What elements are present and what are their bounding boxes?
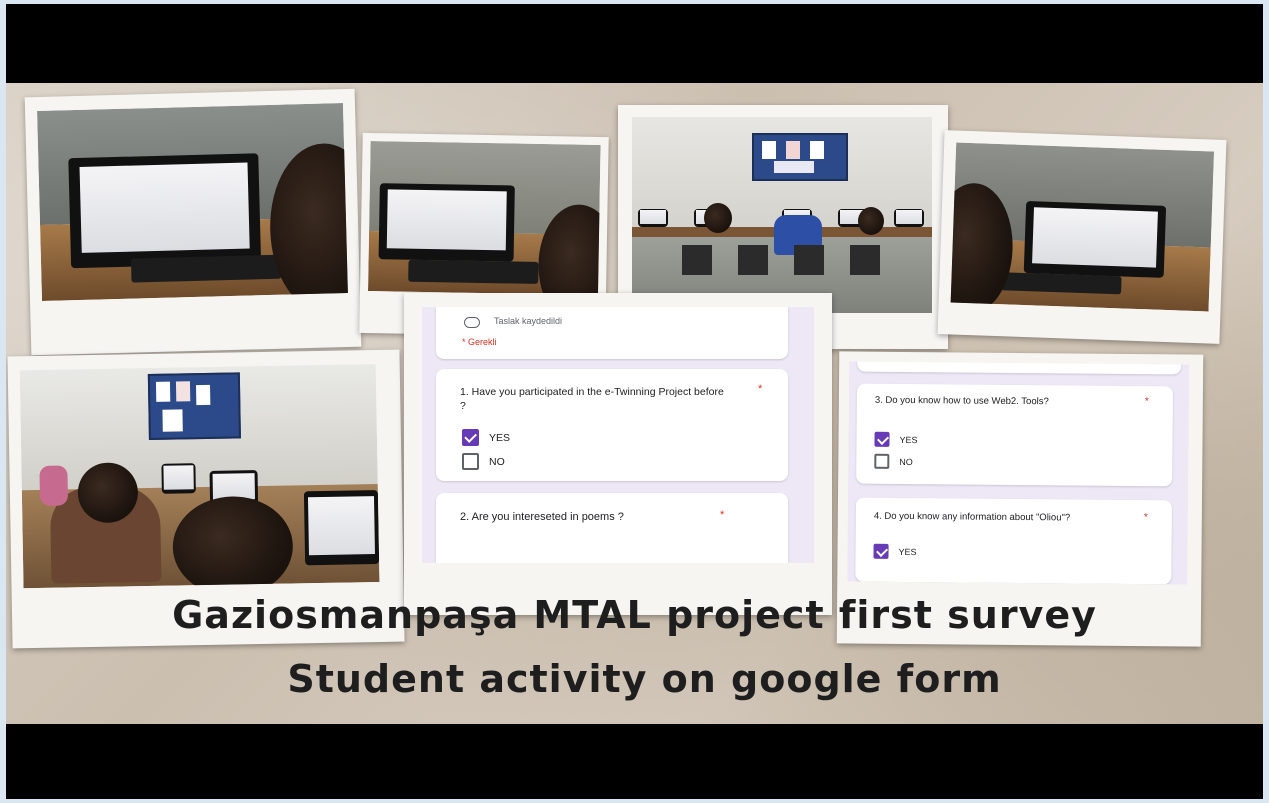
q1-option-no[interactable]: NO — [462, 453, 505, 470]
question-3-title: 3. Do you know how to use Web2. Tools? — [874, 394, 1049, 408]
computer-monitor — [68, 153, 262, 269]
letterbox-frame: Taslak kaydedildi * Gerekli 1. Have you … — [6, 4, 1263, 799]
q4-option-yes[interactable]: YES — [873, 543, 917, 559]
checkbox-empty-icon[interactable] — [874, 453, 890, 469]
student-head — [704, 203, 732, 233]
question-1-title: 1. Have you participated in the e-Twinni… — [460, 386, 724, 412]
google-form-screenshot-right: 3. Do you know how to use Web2. Tools? *… — [847, 361, 1190, 585]
caption-title: Gaziosmanpaşa MTAL project first survey — [172, 593, 1097, 637]
computer-monitor — [161, 463, 196, 494]
question-4-title: 4. Do you know any information about "Ol… — [873, 510, 1071, 524]
computer-monitor — [1023, 201, 1167, 278]
student-head — [858, 207, 884, 235]
q1-option-no-label: NO — [489, 455, 505, 468]
computer-monitor — [378, 183, 515, 262]
q1-option-yes[interactable]: YES — [462, 429, 510, 446]
computer-monitor — [894, 209, 924, 227]
question-card-1: 1. Have you participated in the e-Twinni… — [436, 369, 788, 481]
q1-option-yes-label: YES — [489, 431, 511, 444]
question-card-4: 4. Do you know any information about "Ol… — [855, 497, 1172, 585]
polaroid-photo-monitor-closeup — [24, 88, 362, 356]
polaroid-photo-monitor-right — [937, 130, 1227, 344]
question-2-required-star: * — [720, 509, 725, 521]
question-card-3: 3. Do you know how to use Web2. Tools? *… — [856, 383, 1173, 487]
keyboard — [130, 254, 282, 283]
q3-option-yes-label: YES — [899, 434, 918, 445]
draft-saved-status: Taslak kaydedildi — [494, 316, 563, 326]
question-card-2: 2. Are you intereseted in poems ? * — [436, 493, 788, 563]
question-1-required-star: * — [758, 383, 763, 395]
checkbox-checked-icon[interactable] — [462, 429, 479, 446]
polaroid-form-screenshot-left: Taslak kaydedildi * Gerekli 1. Have you … — [404, 293, 832, 615]
collage-background: Taslak kaydedildi * Gerekli 1. Have you … — [6, 83, 1263, 724]
form-header-card: Taslak kaydedildi * Gerekli — [436, 307, 788, 359]
checkbox-checked-icon[interactable] — [873, 543, 889, 559]
question-2-title: 2. Are you intereseted in poems ? — [460, 511, 624, 523]
photo-monitor-right — [950, 142, 1215, 312]
photo-monitor-closeup — [37, 103, 348, 301]
lab-chairs — [682, 245, 882, 275]
q3-option-yes[interactable]: YES — [874, 431, 918, 447]
photo-student-typing — [368, 141, 601, 295]
google-form-screenshot-left: Taslak kaydedildi * Gerekli 1. Have you … — [422, 307, 814, 563]
q3-option-no-label: NO — [899, 456, 913, 467]
student-pink-shirt — [39, 465, 69, 506]
required-note: * Gerekli — [462, 337, 497, 347]
computer-monitor — [303, 489, 380, 566]
photo-computer-lab — [632, 117, 932, 313]
bulletin-board — [147, 372, 241, 440]
checkbox-empty-icon[interactable] — [462, 453, 479, 470]
question-4-required-star: * — [1143, 512, 1148, 524]
cloud-saved-icon — [464, 317, 480, 328]
computer-monitor — [638, 209, 668, 227]
q3-option-no[interactable]: NO — [874, 453, 913, 469]
keyboard — [408, 259, 539, 284]
q4-option-yes-label: YES — [898, 546, 917, 557]
photo-students-in-lab — [19, 364, 380, 589]
caption-subtitle: Student activity on google form — [287, 657, 1002, 701]
question-3-required-star: * — [1144, 396, 1149, 408]
checkbox-checked-icon[interactable] — [874, 431, 890, 447]
bulletin-board — [752, 133, 848, 181]
